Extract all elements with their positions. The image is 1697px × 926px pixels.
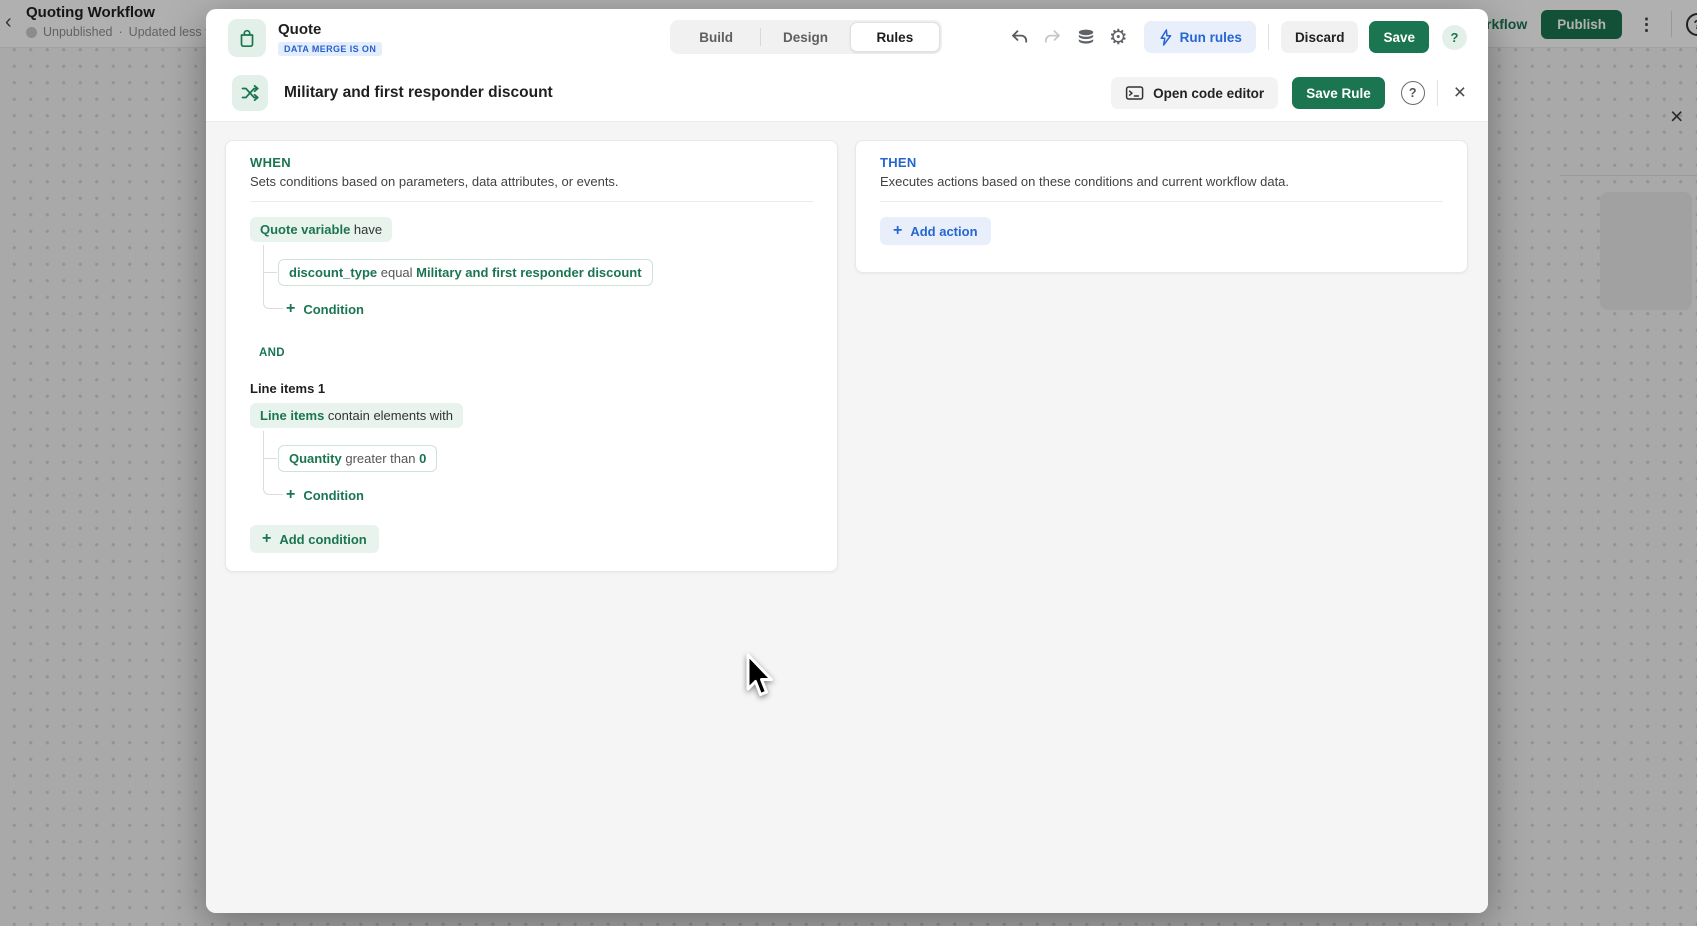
when-divider: [250, 201, 813, 202]
gear-icon: ⚙: [1109, 27, 1128, 48]
code-editor-icon: [1125, 85, 1144, 101]
condition-value: 0: [419, 451, 426, 466]
subject-name: Line items: [260, 408, 324, 423]
condition-subject-pill[interactable]: Quote variable have: [250, 217, 392, 242]
rule-close-icon[interactable]: ×: [1450, 81, 1470, 105]
add-condition-link[interactable]: + Condition: [286, 301, 364, 317]
rules-editor-modal: Quote DATA MERGE IS ON Build Design Rule…: [206, 9, 1488, 913]
rule-header: Military and first responder discount Op…: [206, 65, 1488, 121]
data-merge-badge: DATA MERGE IS ON: [278, 42, 382, 56]
rule-tile: [232, 75, 268, 111]
discard-button[interactable]: Discard: [1281, 21, 1359, 53]
condition-operator: greater than: [342, 451, 419, 466]
when-title: WHEN: [250, 155, 291, 170]
condition-value: Military and first responder discount: [416, 265, 641, 280]
plus-icon: +: [286, 487, 295, 503]
then-subtitle: Executes actions based on these conditio…: [880, 174, 1289, 189]
add-condition-label: Condition: [303, 302, 364, 317]
shuffle-icon: [240, 83, 260, 103]
then-divider: [880, 201, 1443, 202]
condition-field: discount_type: [289, 265, 377, 280]
line-items-group-label: Line items 1: [250, 381, 325, 396]
quote-doc-tile: [228, 19, 266, 57]
settings-button[interactable]: ⚙: [1109, 27, 1128, 48]
then-title: THEN: [880, 155, 917, 170]
add-action-button[interactable]: + Add action: [880, 217, 991, 245]
redo-icon: [1043, 29, 1062, 45]
when-card: WHEN Sets conditions based on parameters…: [225, 140, 838, 572]
lightning-icon: [1158, 29, 1172, 46]
run-rules-button[interactable]: Run rules: [1144, 21, 1256, 53]
add-condition-button-label: Add condition: [279, 532, 366, 547]
modal-header: Quote DATA MERGE IS ON Build Design Rule…: [206, 9, 1488, 65]
undo-button[interactable]: [1010, 29, 1029, 45]
and-label: AND: [259, 347, 285, 359]
tab-rules[interactable]: Rules: [850, 22, 940, 52]
rule-help-icon[interactable]: ?: [1401, 81, 1425, 105]
subject-name: Quote variable: [260, 222, 350, 237]
toolbar-divider: [1268, 24, 1269, 50]
doc-title: Quote: [278, 21, 321, 38]
condition-subject-pill[interactable]: Line items contain elements with: [250, 403, 463, 428]
plus-icon: +: [893, 223, 902, 239]
rule-title: Military and first responder discount: [284, 84, 553, 102]
save-button[interactable]: Save: [1369, 21, 1429, 53]
data-button[interactable]: [1076, 28, 1096, 46]
when-subtitle: Sets conditions based on parameters, dat…: [250, 174, 619, 189]
condition-row[interactable]: Quantity greater than 0: [278, 445, 437, 472]
open-code-editor-button[interactable]: Open code editor: [1111, 77, 1278, 109]
database-icon: [1076, 28, 1096, 46]
add-condition-button[interactable]: + Add condition: [250, 525, 379, 553]
open-code-editor-label: Open code editor: [1153, 86, 1264, 101]
rule-content: WHEN Sets conditions based on parameters…: [206, 121, 1488, 913]
modal-help-icon[interactable]: ?: [1442, 25, 1467, 50]
add-condition-label: Condition: [303, 488, 364, 503]
then-card: THEN Executes actions based on these con…: [855, 140, 1468, 273]
run-rules-label: Run rules: [1180, 30, 1242, 45]
redo-button[interactable]: [1043, 29, 1062, 45]
plus-icon: +: [262, 531, 271, 547]
condition-row[interactable]: discount_type equal Military and first r…: [278, 259, 653, 286]
bag-icon: [237, 28, 257, 48]
rule-header-divider: [1437, 80, 1438, 106]
add-action-label: Add action: [910, 224, 977, 239]
condition-operator: equal: [377, 265, 416, 280]
add-condition-link[interactable]: + Condition: [286, 487, 364, 503]
subject-verb: contain elements with: [324, 408, 453, 423]
tab-build[interactable]: Build: [672, 22, 760, 52]
save-rule-button[interactable]: Save Rule: [1292, 77, 1385, 109]
tab-design[interactable]: Design: [761, 22, 849, 52]
plus-icon: +: [286, 301, 295, 317]
mode-tabs: Build Design Rules: [670, 20, 942, 54]
subject-verb: have: [350, 222, 382, 237]
undo-icon: [1010, 29, 1029, 45]
condition-field: Quantity: [289, 451, 342, 466]
